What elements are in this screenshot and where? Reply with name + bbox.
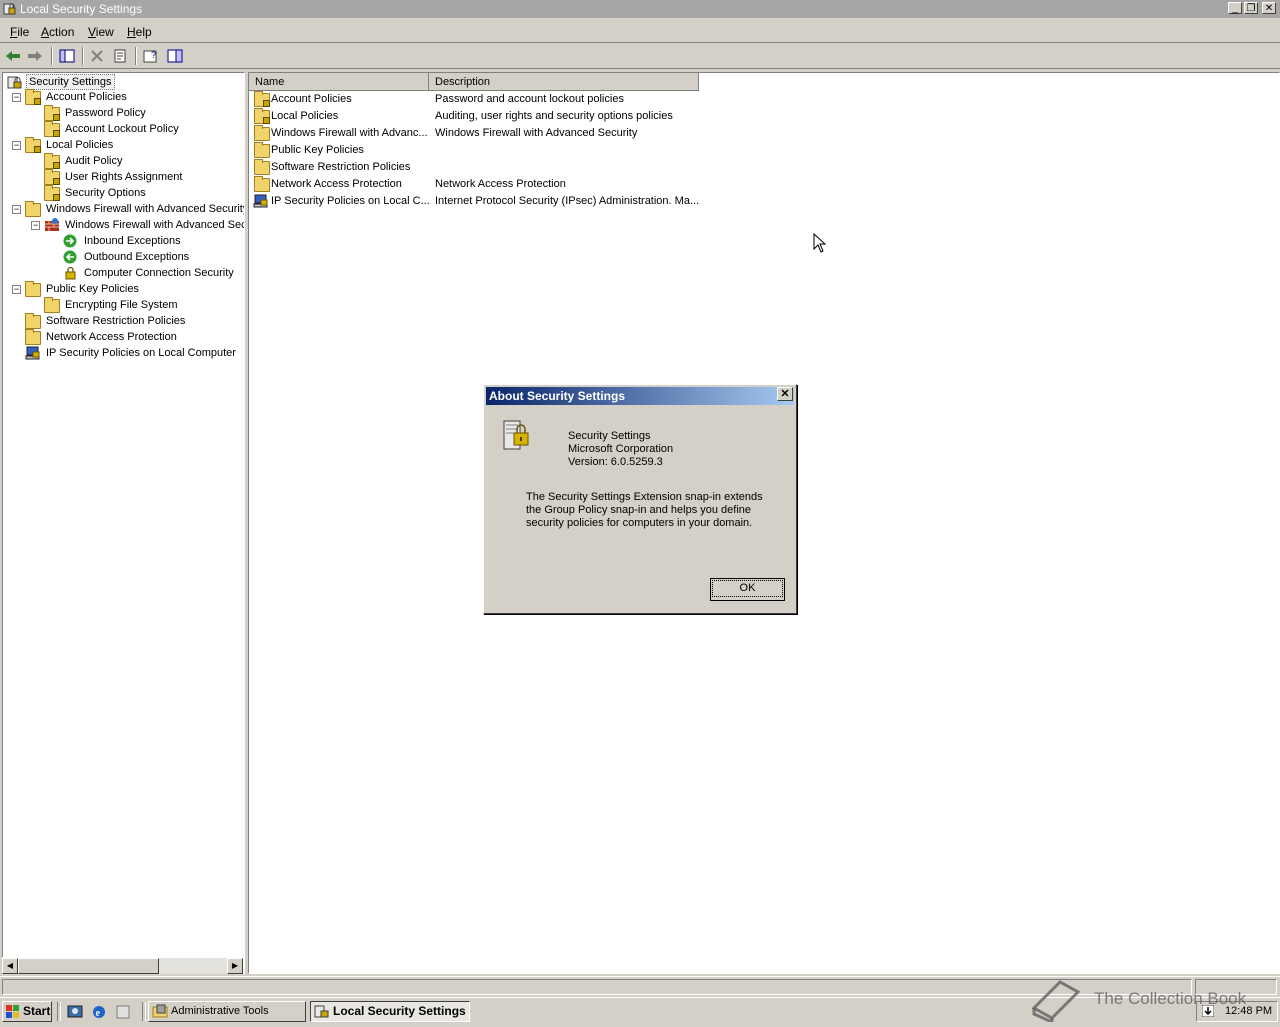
folder-icon xyxy=(25,281,41,297)
folder-icon xyxy=(25,329,41,345)
administrative-tools-icon xyxy=(152,1004,168,1025)
watermark: The Collection Book xyxy=(1030,975,1280,1025)
dialog-description: The Security Settings Extension snap-in … xyxy=(526,491,763,529)
inbound-arrow-icon xyxy=(63,234,79,248)
security-settings-icon xyxy=(3,1,17,15)
svg-text:e: e xyxy=(96,1008,101,1019)
ip-security-icon xyxy=(253,194,269,208)
folder-lock-icon xyxy=(44,105,60,121)
window-title: Local Security Settings xyxy=(20,2,143,16)
restore-button[interactable]: ❐ xyxy=(1244,2,1258,14)
product-name: Security Settings xyxy=(568,430,651,442)
menu-view[interactable]: View xyxy=(88,25,114,39)
scroll-right-button[interactable]: ▶ xyxy=(227,958,243,974)
show-desktop-icon[interactable] xyxy=(67,1004,83,1023)
console-tree[interactable]: Security Settings − Account Policies Pas… xyxy=(2,72,245,974)
folder-lock-icon xyxy=(44,121,60,137)
menu-help[interactable]: Help xyxy=(127,25,152,39)
ip-security-icon xyxy=(25,346,41,360)
delete-icon[interactable] xyxy=(87,47,107,65)
start-button[interactable]: Start xyxy=(2,1001,52,1022)
forward-icon[interactable] xyxy=(25,47,45,65)
folder-lock-icon xyxy=(44,169,60,185)
collapse-expander[interactable]: − xyxy=(12,285,21,294)
security-settings-icon xyxy=(7,75,23,89)
folder-icon xyxy=(254,176,270,192)
column-header-description[interactable]: Description xyxy=(429,73,699,91)
folder-icon xyxy=(25,313,41,329)
folder-icon xyxy=(254,125,270,141)
collapse-expander[interactable]: − xyxy=(31,221,40,230)
about-dialog: About Security Settings ✕ Security Setti… xyxy=(483,384,797,614)
collapse-expander[interactable]: − xyxy=(12,141,21,150)
task-administrative-tools[interactable]: Administrative Tools xyxy=(148,1001,306,1022)
menu-bar: File Action View Help xyxy=(0,20,1280,43)
task-local-security-settings[interactable]: Local Security Settings xyxy=(310,1001,470,1022)
close-button[interactable]: ✕ xyxy=(1262,2,1276,14)
folder-icon xyxy=(254,159,270,175)
show-hide-tree-icon[interactable] xyxy=(57,47,77,65)
windows-logo-icon xyxy=(6,1005,20,1024)
tree-root-label: Security Settings xyxy=(26,74,115,90)
menu-file[interactable]: File xyxy=(10,25,29,39)
scroll-left-button[interactable]: ◀ xyxy=(2,958,18,974)
status-cell xyxy=(2,979,1192,995)
book-icon xyxy=(1030,978,1082,1027)
folder-icon xyxy=(254,142,270,158)
folder-icon xyxy=(44,297,60,313)
tree-root[interactable]: Security Settings xyxy=(7,74,237,90)
collapse-expander[interactable]: − xyxy=(12,205,21,214)
version-text: Version: 6.0.5259.3 xyxy=(568,456,663,468)
title-bar: Local Security Settings _ ❐ ✕ xyxy=(0,0,1280,18)
dialog-title: About Security Settings xyxy=(486,387,794,405)
firewall-icon xyxy=(44,218,60,232)
folder-icon xyxy=(25,201,41,217)
quick-launch-icon[interactable] xyxy=(115,1004,131,1023)
tree-horizontal-scrollbar[interactable]: ◀ ▶ xyxy=(2,957,243,974)
column-header-name[interactable]: Name xyxy=(249,73,429,91)
menu-action[interactable]: Action xyxy=(41,25,74,39)
folder-lock-icon xyxy=(44,153,60,169)
show-hide-action-pane-icon[interactable] xyxy=(165,47,185,65)
internet-explorer-icon[interactable]: e xyxy=(91,1004,107,1023)
ok-button[interactable]: OK xyxy=(710,578,785,601)
folder-lock-icon xyxy=(44,185,60,201)
export-list-icon[interactable] xyxy=(111,47,131,65)
folder-lock-icon xyxy=(25,137,41,153)
folder-lock-icon xyxy=(25,89,41,105)
company-name: Microsoft Corporation xyxy=(568,443,674,455)
back-icon[interactable] xyxy=(3,47,23,65)
folder-lock-icon xyxy=(254,91,270,107)
security-settings-icon xyxy=(502,419,532,456)
padlock-icon xyxy=(63,266,79,280)
folder-lock-icon xyxy=(254,108,270,124)
minimize-button[interactable]: _ xyxy=(1228,2,1242,14)
security-settings-icon xyxy=(314,1004,330,1024)
dialog-close-button[interactable]: ✕ xyxy=(777,387,793,401)
collapse-expander[interactable]: − xyxy=(12,93,21,102)
scroll-thumb[interactable] xyxy=(18,958,159,974)
outbound-arrow-icon xyxy=(63,250,79,264)
svg-text:?: ? xyxy=(151,50,156,60)
mouse-cursor-icon xyxy=(813,232,827,256)
toolbar: ? xyxy=(0,44,1280,69)
properties-help-icon[interactable]: ? xyxy=(141,47,161,65)
